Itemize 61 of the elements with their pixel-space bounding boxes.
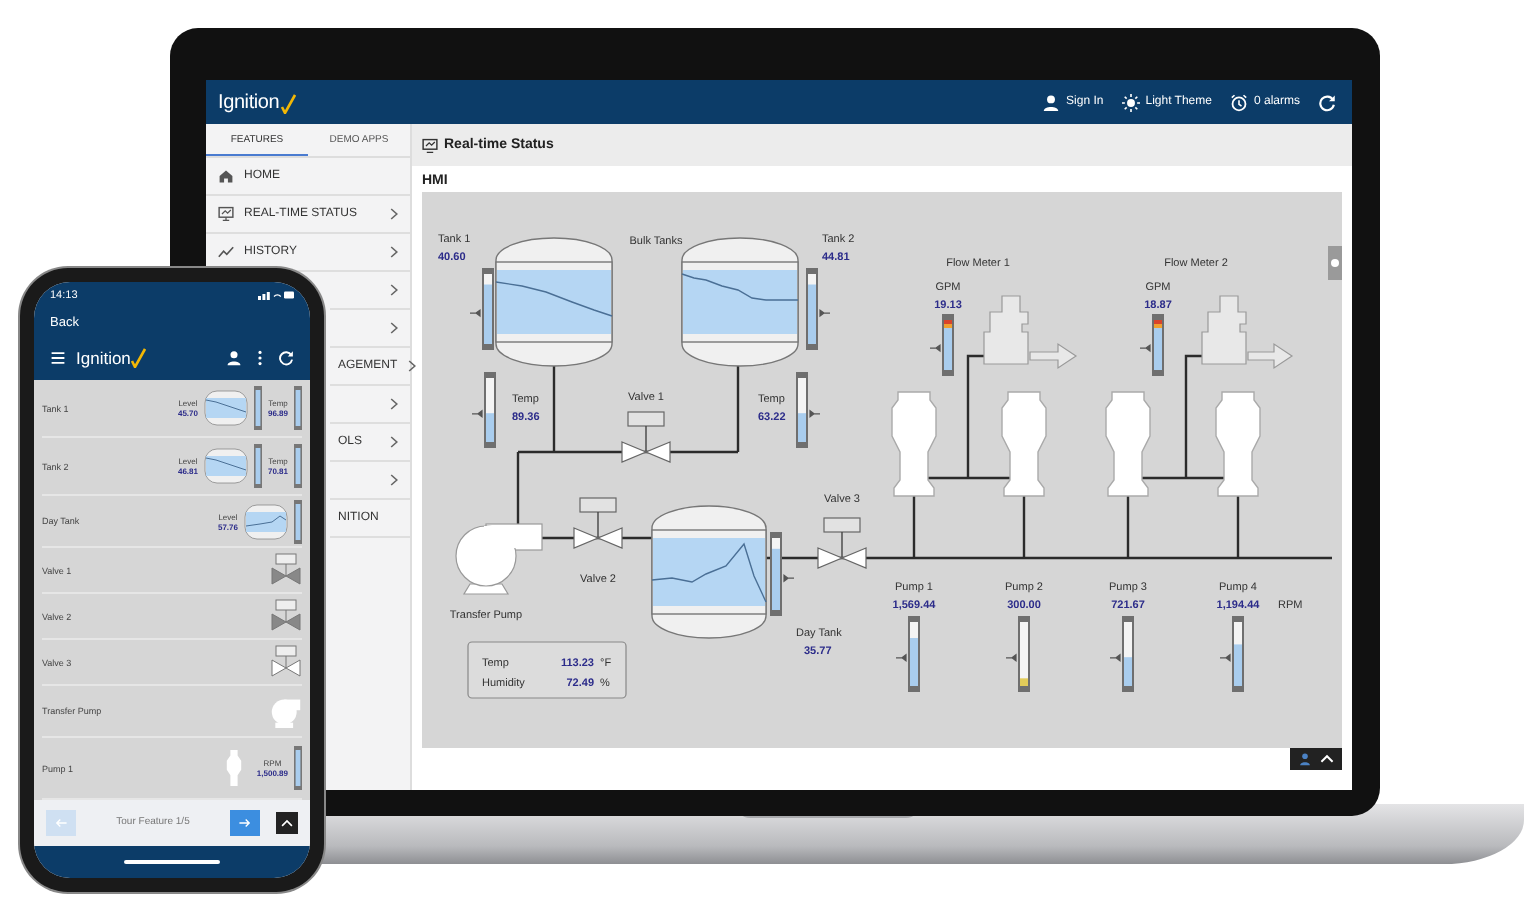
check-mark-icon bbox=[279, 93, 296, 113]
pump-drawing bbox=[1105, 391, 1151, 497]
level-gauge bbox=[1005, 616, 1030, 692]
level-gauge bbox=[1109, 616, 1134, 692]
level-gauge bbox=[1219, 616, 1244, 692]
monitor-icon bbox=[422, 137, 438, 153]
level-gauge bbox=[294, 499, 302, 543]
level-gauge bbox=[469, 268, 494, 350]
side-tab-handle[interactable] bbox=[1328, 246, 1342, 280]
status-icons-icon bbox=[258, 290, 294, 300]
tank-drawing bbox=[244, 503, 288, 539]
level-gauge bbox=[294, 746, 302, 790]
menu-icon bbox=[50, 350, 66, 366]
valve-drawing bbox=[817, 517, 867, 569]
tank-drawing bbox=[681, 237, 799, 367]
level-gauge bbox=[253, 386, 262, 430]
pump-drawing bbox=[891, 391, 937, 497]
home-indicator bbox=[124, 859, 220, 864]
refresh-button[interactable] bbox=[1318, 93, 1336, 111]
level-gauge bbox=[471, 372, 496, 448]
arrow-left-icon bbox=[54, 815, 68, 830]
next-button[interactable] bbox=[230, 809, 260, 836]
logo-text: Ignition bbox=[76, 348, 131, 368]
user-icon bbox=[1298, 752, 1312, 766]
pump-drawing bbox=[1001, 391, 1047, 497]
flow-meter-drawing bbox=[983, 295, 1078, 370]
valve-drawing bbox=[573, 497, 623, 549]
pump-drawing bbox=[1215, 391, 1261, 497]
check-mark-icon bbox=[130, 348, 147, 368]
alarm-clock-icon bbox=[1229, 93, 1248, 111]
monitor-icon bbox=[218, 206, 234, 222]
level-gauge bbox=[895, 616, 920, 692]
level-gauge bbox=[294, 444, 302, 488]
level-gauge bbox=[1139, 314, 1164, 376]
tank-drawing bbox=[203, 390, 248, 426]
refresh-icon bbox=[1318, 93, 1336, 111]
level-gauge bbox=[929, 314, 954, 376]
caret-up-icon bbox=[280, 815, 294, 830]
user-icon bbox=[226, 350, 242, 366]
collapse-button[interactable] bbox=[276, 811, 298, 834]
logo-text: Ignition bbox=[218, 91, 280, 113]
tank-drawing bbox=[203, 448, 248, 484]
centrifugal-pump-drawing bbox=[455, 523, 543, 595]
trend-line-icon bbox=[218, 244, 234, 260]
level-gauge bbox=[253, 444, 262, 488]
user-icon bbox=[1042, 93, 1061, 111]
level-gauge bbox=[770, 532, 795, 616]
flow-meter-drawing bbox=[1201, 295, 1294, 370]
dock-button[interactable] bbox=[1290, 748, 1342, 770]
caret-up-icon bbox=[1320, 752, 1334, 766]
tank-drawing bbox=[495, 237, 613, 367]
level-gauge bbox=[294, 386, 302, 430]
level-gauge bbox=[806, 268, 831, 350]
arrow-right-icon bbox=[238, 815, 252, 830]
home-icon bbox=[218, 168, 234, 184]
tank-drawing bbox=[651, 505, 767, 639]
level-gauge bbox=[796, 372, 821, 448]
sun-icon bbox=[1121, 93, 1140, 111]
valve-drawing bbox=[621, 411, 671, 463]
refresh-icon bbox=[278, 350, 294, 366]
more-icon bbox=[252, 350, 268, 366]
